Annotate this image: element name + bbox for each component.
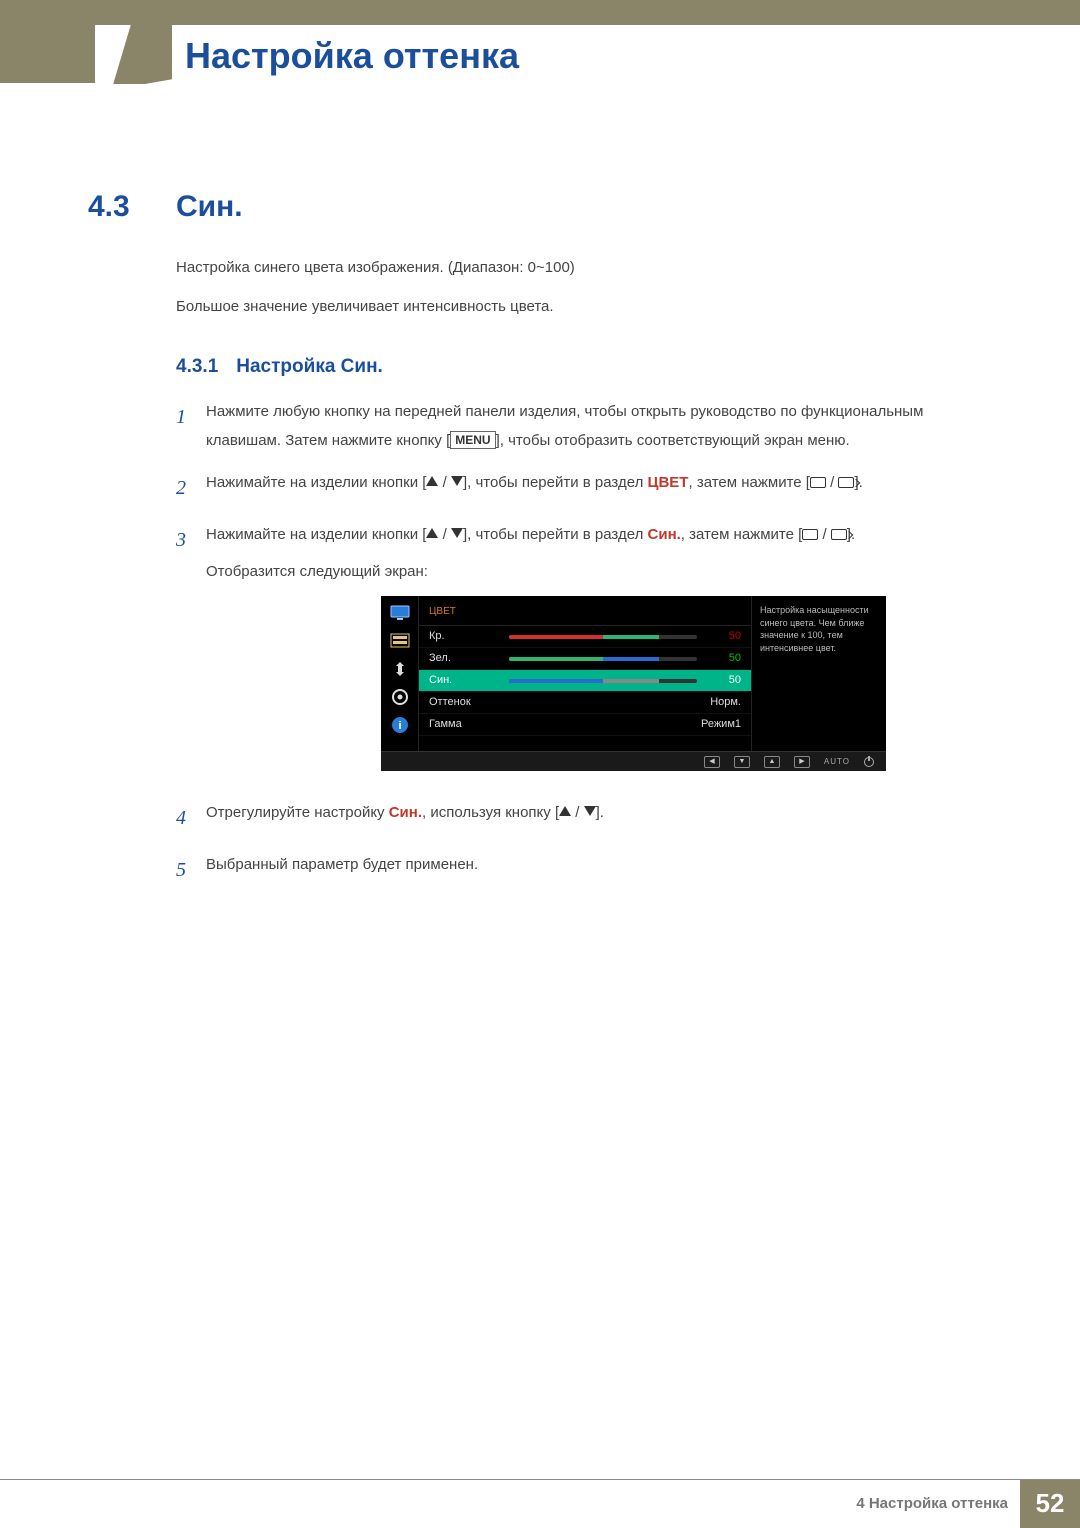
osd-sidebar: i [381,596,419,751]
up-icon [426,476,438,486]
step-text: Нажимайте на изделии кнопки [ [206,526,426,543]
auto-label: AUTO [824,754,850,769]
left-button-icon: ◀ [704,756,720,768]
osd-label: Зел. [429,648,509,669]
step-3: 3 Нажимайте на изделии кнопки [ / ], что… [176,521,992,785]
enter-icon [831,529,847,540]
step-text: , затем нажмите [ [681,526,802,543]
osd-label: Оттенок [429,692,509,713]
menu-button-label: MENU [450,431,495,449]
osd-row-tint: Оттенок Норм. [419,692,751,714]
step-text: ], чтобы отобразить соответствующий экра… [496,432,850,449]
step-text: , затем нажмите [ [688,474,809,491]
osd-label: Кр. [429,626,509,647]
right-button-icon: ▶ [794,756,810,768]
osd-row-red: Кр. 50 [419,626,751,648]
step-text: Отобразится следующий экран: [206,558,992,587]
step-body: Выбранный параметр будет применен. [206,851,992,889]
svg-text:i: i [398,720,401,732]
section-heading: 4.3 Син. [88,190,992,224]
step-number: 2 [176,469,206,507]
osd-value: Режим1 [701,714,741,735]
intro-line-1: Настройка синего цвета изображения. (Диа… [176,254,992,283]
osd-value: 50 [709,626,741,647]
osd-slider [509,679,697,683]
step-4: 4 Отрегулируйте настройку Син., использу… [176,799,992,837]
section-number: 4.3 [88,190,176,224]
osd-slider [509,657,697,661]
power-icon [864,757,874,767]
size-icon [389,660,411,678]
osd-value: 50 [709,648,741,669]
down-button-icon: ▼ [734,756,750,768]
chapter-number-deco [112,12,172,84]
osd-row-blue-selected: Син. 50 [419,670,751,692]
osd-header: ЦВЕТ [419,596,751,626]
step-body: Нажмите любую кнопку на передней панели … [206,398,992,455]
step-number: 4 [176,799,206,837]
gear-icon [389,688,411,706]
step-1: 1 Нажмите любую кнопку на передней панел… [176,398,992,455]
subsection-heading: 4.3.1 Настройка Син. [176,356,992,378]
down-icon [584,806,596,816]
step-body: Отрегулируйте настройку Син., используя … [206,799,992,837]
chapter-title: Настройка оттенка [185,35,519,77]
subsection-title: Настройка Син. [236,356,383,378]
step-text: ]. [596,804,604,821]
up-icon [559,806,571,816]
step-text: Выбранный параметр будет применен. [206,856,478,873]
steps-list: 1 Нажмите любую кнопку на передней панел… [176,398,992,889]
down-icon [451,476,463,486]
step-5: 5 Выбранный параметр будет применен. [176,851,992,889]
page-number: 52 [1020,1480,1080,1528]
highlight-color: ЦВЕТ [648,474,689,491]
monitor-icon [389,604,411,622]
step-2: 2 Нажимайте на изделии кнопки [ / ], что… [176,469,992,507]
osd-label: Гамма [429,714,509,735]
osd-row-gamma: Гамма Режим1 [419,714,751,736]
step-number: 1 [176,398,206,455]
osd-panel: i ЦВЕТ Кр. 50 Зел. [381,596,886,771]
step-text: ], чтобы перейти в раздел [463,474,648,491]
osd-main: ЦВЕТ Кр. 50 Зел. 50 [419,596,751,751]
source-icon [810,477,826,488]
osd-help-text: Настройка насыщенности синего цвета. Чем… [751,596,886,751]
osd-screenshot: i ЦВЕТ Кр. 50 Зел. [381,596,992,771]
step-text: Нажимайте на изделии кнопки [ [206,474,426,491]
osd-row-green: Зел. 50 [419,648,751,670]
osd-label: Син. [429,670,509,691]
highlight-blue: Син. [389,804,422,821]
osd-slider [509,635,697,639]
content: 4.3 Син. Настройка синего цвета изображе… [88,190,992,903]
highlight-blue: Син. [648,526,681,543]
step-text: , используя кнопку [ [422,804,559,821]
step-number: 3 [176,521,206,785]
section-title: Син. [176,190,243,224]
osd-footer: ◀ ▼ ▲ ▶ AUTO [381,751,886,771]
step-text: ], чтобы перейти в раздел [463,526,648,543]
up-icon [426,528,438,538]
source-icon [802,529,818,540]
osd-value: 50 [709,670,741,691]
footer-chapter-label: 4 Настройка оттенка [856,1495,1008,1512]
down-icon [451,528,463,538]
step-body: Нажимайте на изделии кнопки [ / ], чтобы… [206,521,992,785]
left-stripe [0,25,95,83]
info-icon: i [389,716,411,734]
step-text: Отрегулируйте настройку [206,804,389,821]
enter-icon [838,477,854,488]
intro-line-2: Большое значение увеличивает интенсивнос… [176,293,992,322]
step-number: 5 [176,851,206,889]
osd-value: Норм. [710,692,741,713]
page-footer: 4 Настройка оттенка 52 [0,1479,1080,1527]
picture-icon [389,632,411,650]
step-body: Нажимайте на изделии кнопки [ / ], чтобы… [206,469,992,507]
subsection-number: 4.3.1 [176,356,218,378]
up-button-icon: ▲ [764,756,780,768]
